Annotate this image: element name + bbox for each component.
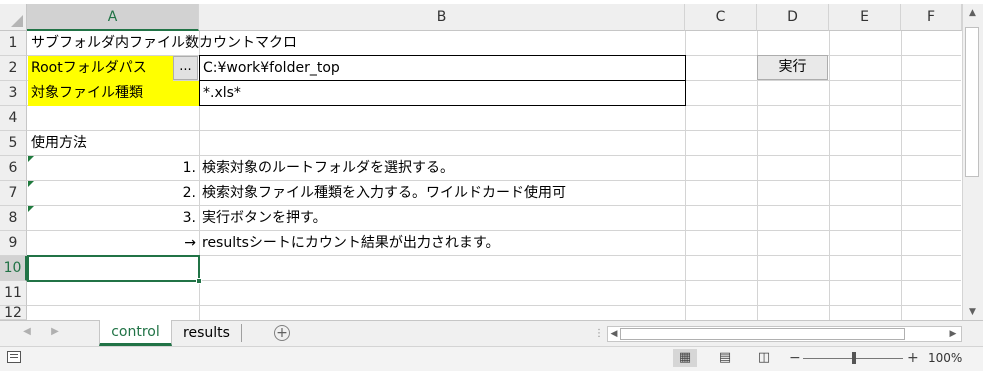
error-indicator-icon — [28, 156, 34, 162]
cell-b8[interactable]: 実行ボタンを押す。 — [199, 206, 330, 231]
fill-handle[interactable] — [196, 278, 202, 284]
right-arrow-icon[interactable]: ▶ — [48, 326, 62, 337]
cell-a7[interactable]: 2. — [28, 181, 199, 206]
column-header-b[interactable]: B — [199, 4, 685, 31]
cell-a6[interactable]: 1. — [28, 156, 199, 181]
grid-line — [27, 130, 961, 131]
sheet-tab-control[interactable]: control — [99, 320, 172, 346]
row-header-1[interactable]: 1 — [0, 31, 27, 56]
select-all-corner[interactable] — [0, 4, 27, 31]
zoom-level[interactable]: 100% — [928, 349, 973, 367]
row-header-6[interactable]: 6 — [0, 156, 27, 181]
down-arrow-icon[interactable]: ▼ — [964, 307, 981, 317]
row-header-8[interactable]: 8 — [0, 206, 27, 231]
error-indicator-icon — [28, 206, 34, 212]
row-header-5[interactable]: 5 — [0, 131, 27, 156]
horizontal-scroll-thumb[interactable] — [620, 328, 905, 340]
grid-line — [27, 305, 961, 306]
row-header-7[interactable]: 7 — [0, 181, 27, 206]
page-break-icon[interactable]: ◫ — [752, 349, 776, 367]
column-header-a[interactable]: A — [27, 4, 199, 31]
column-header-c[interactable]: C — [685, 4, 757, 31]
scroll-left-arrow-icon[interactable]: ◀ — [608, 327, 620, 341]
column-header-f[interactable]: F — [901, 4, 962, 31]
row-header-10[interactable]: 10 — [0, 256, 27, 281]
row-header-11[interactable]: 11 — [0, 281, 27, 306]
cell-a9[interactable]: → — [28, 231, 199, 256]
row-header-2[interactable]: 2 — [0, 56, 27, 81]
zoom-in-button[interactable]: + — [907, 349, 919, 367]
cell-b7[interactable]: 検索対象ファイル種類を入力する。ワイルドカード使用可 — [199, 181, 569, 206]
zoom-slider-knob[interactable] — [852, 352, 856, 364]
row-header-3[interactable]: 3 — [0, 81, 27, 106]
page-layout-icon[interactable]: ▤ — [713, 349, 737, 367]
cell-a1[interactable]: サブフォルダ内ファイル数カウントマクロ — [28, 31, 300, 56]
cell-a5[interactable]: 使用方法 — [28, 131, 90, 156]
cell-b3-file-type[interactable]: *.xls* — [199, 80, 686, 106]
cell-b2-root-path[interactable]: C:¥work¥folder_top — [199, 55, 686, 81]
row-header-9[interactable]: 9 — [0, 231, 27, 256]
up-arrow-icon[interactable]: ▲ — [964, 8, 981, 18]
row-header-12[interactable]: 12 — [0, 306, 27, 320]
scroll-right-arrow-icon[interactable]: ▶ — [947, 327, 959, 341]
browse-folder-button[interactable]: ... — [173, 56, 198, 80]
column-header-e[interactable]: E — [829, 4, 901, 31]
tab-splitter-handle[interactable]: ⋮ — [594, 327, 604, 341]
add-sheet-button[interactable]: + — [274, 325, 290, 341]
run-button[interactable]: 実行 — [757, 55, 828, 80]
zoom-out-button[interactable]: − — [789, 349, 801, 367]
macro-status-icon[interactable] — [7, 351, 21, 363]
column-header-d[interactable]: D — [757, 4, 829, 31]
cell-a2[interactable]: Rootフォルダパス — [28, 56, 173, 81]
row-header-4[interactable]: 4 — [0, 106, 27, 131]
sheet-tab-results[interactable]: results — [172, 324, 242, 342]
error-indicator-icon — [28, 181, 34, 187]
cell-b6[interactable]: 検索対象のルートフォルダを選択する。 — [199, 156, 457, 181]
cell-a10-selected[interactable] — [27, 255, 200, 282]
vertical-scroll-thumb[interactable] — [965, 27, 979, 177]
grid-line — [901, 31, 902, 321]
cell-a3[interactable]: 対象ファイル種類 — [28, 81, 199, 106]
cell-b9[interactable]: resultsシートにカウント結果が出力されます。 — [199, 231, 503, 256]
left-arrow-icon[interactable]: ◀ — [20, 326, 34, 337]
normal-view-icon[interactable]: ▦ — [673, 349, 697, 367]
grid-line — [829, 31, 830, 321]
cell-a8[interactable]: 3. — [28, 206, 199, 231]
select-all-triangle — [11, 15, 23, 27]
